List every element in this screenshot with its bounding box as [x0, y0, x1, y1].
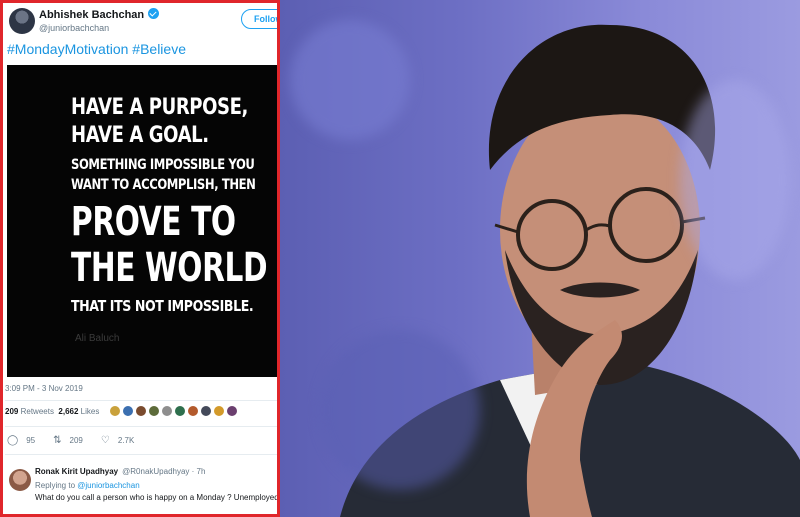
retweet-action[interactable]: ⇅ 209 — [53, 435, 83, 446]
reply-action[interactable]: ◯ 95 — [7, 435, 35, 446]
retweet-count: 209 — [69, 436, 83, 445]
reply-icon: ◯ — [7, 435, 19, 446]
heart-icon: ♡ — [100, 435, 110, 446]
avatar[interactable] — [9, 469, 31, 491]
retweet-icon: ⇅ — [53, 435, 62, 446]
tweet-actions: ◯ 95 ⇅ 209 ♡ 2.7K — [7, 435, 152, 446]
verified-badge-icon — [148, 8, 160, 19]
quote-line: HAVE A PURPOSE, — [71, 95, 248, 120]
likes-count[interactable]: 2,662 — [58, 407, 78, 416]
reply-author-name[interactable]: Ronak Kirit Upadhyay — [35, 467, 118, 476]
quote-author: Ali Baluch — [75, 333, 120, 344]
tweet-header: Abhishek Bachchan @juniorbachchan Follow — [7, 5, 277, 39]
liker-avatar[interactable] — [174, 405, 186, 417]
retweets-count[interactable]: 209 — [5, 407, 18, 416]
divider — [5, 426, 277, 427]
quote-line: THAT ITS NOT IMPOSSIBLE. — [71, 297, 254, 315]
replying-to: Replying to @juniorbachchan — [35, 481, 140, 490]
retweets-label[interactable]: Retweets — [21, 407, 54, 416]
liker-avatar[interactable] — [226, 405, 238, 417]
photo-panel — [280, 0, 800, 517]
replying-to-link[interactable]: @juniorbachchan — [77, 481, 139, 490]
author-name-text[interactable]: Abhishek Bachchan — [39, 9, 144, 21]
quote-line: SOMETHING IMPOSSIBLE YOU — [71, 157, 255, 173]
author-name[interactable]: Abhishek Bachchan — [39, 8, 160, 21]
quote-image[interactable]: HAVE A PURPOSE, HAVE A GOAL. SOMETHING I… — [7, 65, 277, 377]
liker-avatar[interactable] — [213, 405, 225, 417]
quote-line: THE WORLD — [71, 245, 268, 291]
reply-author-handle[interactable]: @R0nakUpadhyay · 7h — [122, 467, 205, 476]
like-action[interactable]: ♡ 2.7K — [101, 435, 134, 446]
reply-author[interactable]: Ronak Kirit Upadhyay @R0nakUpadhyay · 7h — [35, 467, 205, 476]
liker-avatar[interactable] — [109, 405, 121, 417]
reply-count: 95 — [26, 436, 36, 445]
liker-avatar[interactable] — [135, 405, 147, 417]
liker-avatar[interactable] — [200, 405, 212, 417]
tweet-stats: 209 Retweets 2,662 Likes — [5, 407, 99, 416]
replying-to-label: Replying to — [35, 481, 76, 490]
background-bokeh — [320, 330, 480, 490]
reply-text: What do you call a person who is happy o… — [35, 493, 279, 502]
quote-line: PROVE TO — [71, 199, 236, 245]
background-bokeh — [680, 80, 790, 280]
liker-avatars[interactable] — [109, 405, 238, 417]
quote-line: WANT TO ACCOMPLISH, THEN — [71, 177, 256, 193]
reply-tweet[interactable]: Ronak Kirit Upadhyay @R0nakUpadhyay · 7h … — [7, 465, 279, 514]
background-bokeh — [290, 20, 410, 140]
like-count: 2.7K — [117, 436, 135, 445]
tweet-screenshot-panel: Abhishek Bachchan @juniorbachchan Follow… — [0, 0, 280, 517]
likes-label[interactable]: Likes — [81, 407, 100, 416]
quote-line: HAVE A GOAL. — [71, 123, 209, 148]
tweet-text[interactable]: #MondayMotivation #Believe — [7, 41, 186, 57]
author-handle[interactable]: @juniorbachchan — [39, 23, 109, 33]
follow-button[interactable]: Follow — [241, 9, 277, 29]
liker-avatar[interactable] — [161, 405, 173, 417]
tweet-timestamp[interactable]: 3:09 PM - 3 Nov 2019 — [5, 384, 83, 393]
avatar[interactable] — [9, 8, 35, 34]
liker-avatar[interactable] — [122, 405, 134, 417]
liker-avatar[interactable] — [187, 405, 199, 417]
divider — [5, 400, 277, 401]
liker-avatar[interactable] — [148, 405, 160, 417]
divider — [5, 454, 277, 455]
